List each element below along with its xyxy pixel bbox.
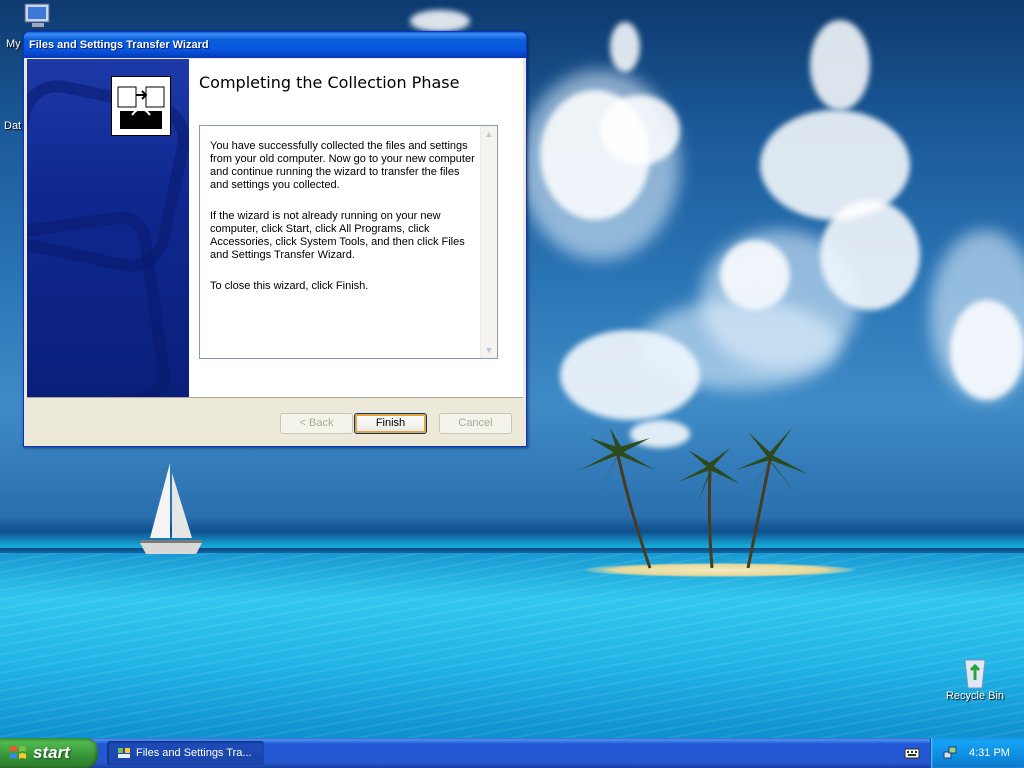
wizard-info-textbox[interactable]: You have successfully collected the file…	[199, 125, 498, 359]
windows-flag-icon	[10, 746, 26, 759]
cloud	[640, 300, 840, 390]
info-paragraph: You have successfully collected the file…	[210, 140, 475, 191]
keyboard-icon[interactable]	[904, 746, 920, 760]
window-title-bar[interactable]: Files and Settings Transfer Wizard	[24, 32, 526, 58]
finish-button[interactable]: Finish	[354, 413, 427, 434]
wizard-info-text: You have successfully collected the file…	[210, 140, 478, 311]
desktop-icon-recycle-bin[interactable]: Recycle Bin	[940, 656, 1010, 702]
info-paragraph: To close this wizard, click Finish.	[210, 280, 369, 292]
wizard-logo-icon	[111, 76, 171, 136]
start-label: start	[33, 743, 70, 762]
network-icon[interactable]	[943, 746, 957, 760]
cloud	[810, 20, 870, 110]
cancel-button[interactable]: Cancel	[439, 413, 512, 434]
recycle-bin-icon	[964, 659, 986, 689]
wizard-content: Completing the Collection Phase You have…	[27, 59, 523, 397]
system-tray: 4:31 PM	[930, 738, 1024, 768]
vertical-scrollbar[interactable]: ▲ ▼	[480, 126, 497, 358]
cloud	[950, 300, 1024, 400]
window-title: Files and Settings Transfer Wizard	[29, 39, 209, 51]
cloud	[410, 10, 470, 32]
desktop-icon-label: Recycle Bin	[945, 690, 1005, 702]
wizard-task-icon	[118, 748, 130, 758]
wizard-window: Files and Settings Transfer Wizard Compl…	[23, 31, 527, 447]
desktop-icon-label: My	[6, 38, 21, 50]
taskbar-item-transfer-wizard[interactable]: Files and Settings Tra...	[107, 741, 264, 765]
cloud	[610, 22, 640, 72]
sailboat	[140, 463, 202, 554]
desktop-icon-label: Dat	[4, 120, 22, 132]
scroll-up-icon[interactable]: ▲	[482, 127, 496, 141]
wizard-sidebar	[27, 59, 189, 397]
wizard-heading: Completing the Collection Phase	[199, 73, 460, 92]
info-paragraph: If the wizard is not already running on …	[210, 210, 465, 261]
back-button[interactable]: < Back	[280, 413, 353, 434]
sea	[0, 553, 1024, 738]
cloud	[600, 95, 680, 165]
taskbar-item-label: Files and Settings Tra...	[136, 747, 252, 759]
palm-trees	[580, 428, 808, 569]
desktop-icon-my-computer[interactable]: My	[4, 2, 54, 50]
start-button[interactable]: start	[0, 738, 98, 768]
clock[interactable]: 4:31 PM	[969, 738, 1010, 768]
taskbar: start Files and Settings Tra...	[0, 738, 1024, 768]
scroll-down-icon[interactable]: ▼	[482, 343, 496, 357]
button-divider	[27, 397, 523, 398]
my-computer-icon	[24, 3, 50, 27]
